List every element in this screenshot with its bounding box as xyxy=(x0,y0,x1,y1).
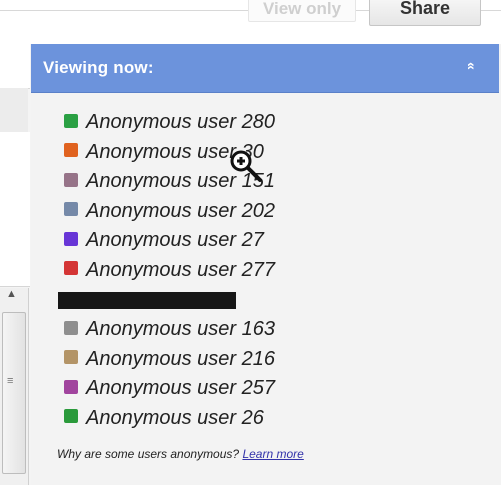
user-color-swatch xyxy=(64,143,78,158)
scrollbar-grip-icon: ≡ xyxy=(7,375,14,387)
viewer-name: Anonymous user 280 xyxy=(86,111,276,133)
share-button[interactable]: Share xyxy=(369,0,481,26)
collapse-chevron-icon[interactable]: « xyxy=(464,62,480,70)
viewer-list-item: Anonymous user 280 xyxy=(64,111,275,141)
user-color-swatch xyxy=(64,379,78,394)
viewer-name: Anonymous user 257 xyxy=(86,377,276,400)
viewer-list-item: Anonymous user 202 xyxy=(64,200,275,230)
user-color-swatch xyxy=(64,320,78,335)
scrollbar-thumb[interactable] xyxy=(2,312,26,474)
user-color-swatch xyxy=(64,172,78,187)
viewer-list-item: Anonymous user 26 xyxy=(64,407,275,437)
user-color-swatch xyxy=(64,350,78,365)
user-color-swatch xyxy=(64,409,78,424)
viewer-list-item: Anonymous user 216 xyxy=(64,348,275,378)
scroll-up-arrow-icon[interactable]: ▲ xyxy=(6,288,17,300)
left-pane-content xyxy=(0,132,30,287)
viewer-name: Anonymous user 26 xyxy=(86,406,264,429)
viewer-name: Anonymous user 277 xyxy=(86,258,276,281)
user-color-swatch xyxy=(64,202,78,217)
viewer-list-item: Anonymous user 163 xyxy=(64,318,275,348)
viewer-name: Anonymous user 163 xyxy=(86,318,276,341)
anonymous-users-help: Why are some users anonymous? Learn more xyxy=(57,447,304,461)
viewer-name: Anonymous user 216 xyxy=(86,347,276,370)
viewer-name: Anonymous user 202 xyxy=(86,199,276,222)
anonymous-question-text: Why are some users anonymous? xyxy=(57,447,240,461)
left-pane-header xyxy=(0,44,30,89)
viewer-name: Anonymous user 27 xyxy=(86,229,264,252)
viewer-list-item: Anonymous user 277 xyxy=(64,259,275,289)
user-color-swatch xyxy=(64,231,78,246)
user-color-swatch xyxy=(64,113,78,128)
panel-title: Viewing now: xyxy=(43,58,154,77)
viewer-list-item: Anonymous user 27 xyxy=(64,229,275,259)
zoom-in-cursor-icon xyxy=(230,150,262,182)
user-color-swatch xyxy=(64,261,78,276)
left-pane-toolbar-strip xyxy=(0,88,28,133)
viewer-list-item: Anonymous user 257 xyxy=(64,377,275,407)
redacted-user-bar xyxy=(58,292,236,309)
view-only-button[interactable]: View only xyxy=(248,0,356,22)
learn-more-link[interactable]: Learn more xyxy=(242,447,303,461)
